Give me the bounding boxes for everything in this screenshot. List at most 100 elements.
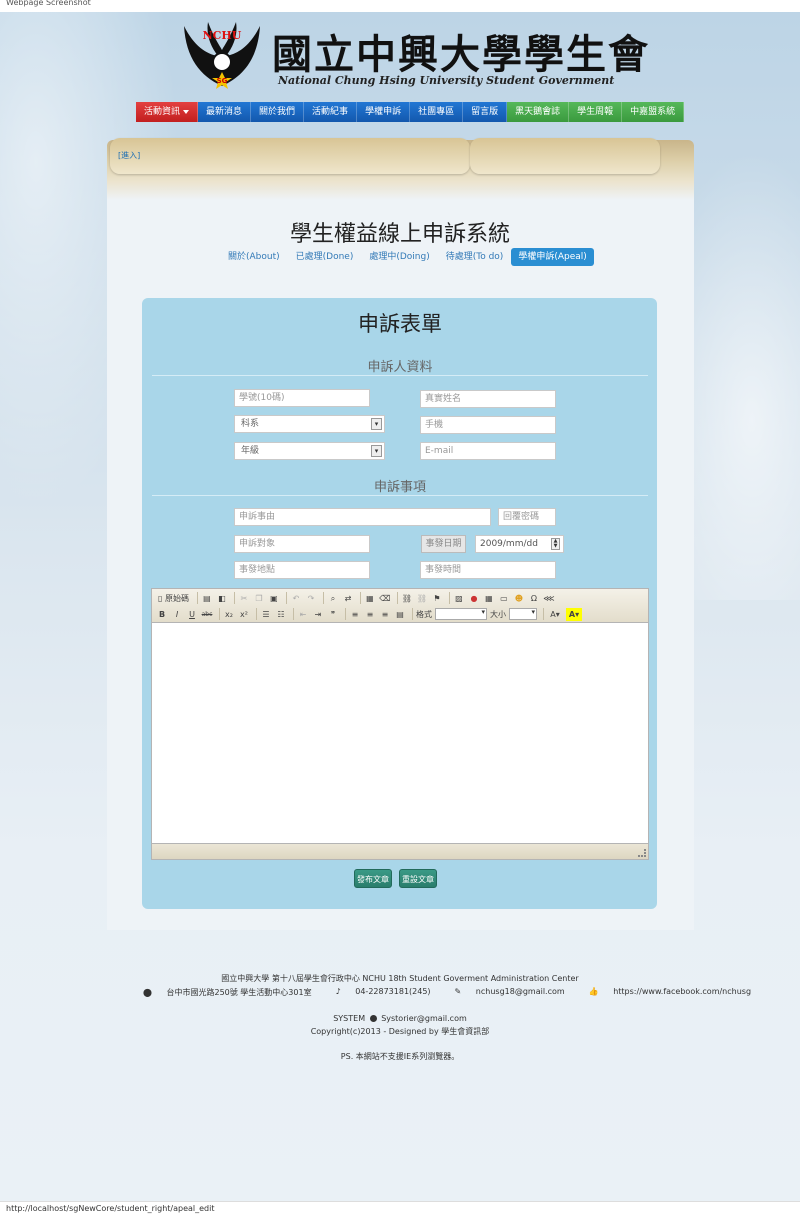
student-id-input[interactable]: 學號(10碼) — [234, 389, 370, 407]
footer-phone-text: 04-22873181(245) — [355, 987, 431, 996]
map-marker-icon: ⬤ — [143, 988, 152, 997]
nav-item-label: 社團專區 — [418, 107, 455, 117]
link-icon[interactable]: ⛓ — [401, 592, 413, 605]
phone-input[interactable]: 手機 — [420, 416, 556, 434]
target-input[interactable]: 申訴對象 — [234, 535, 370, 553]
size-select[interactable]: ▾ — [509, 608, 537, 620]
bold-icon[interactable]: B — [156, 608, 168, 621]
real-name-input[interactable]: 真實姓名 — [420, 390, 556, 408]
toolbar-separator — [219, 608, 220, 620]
copy-icon[interactable]: ❐ — [253, 592, 265, 605]
undo-icon[interactable]: ↶ — [290, 592, 302, 605]
format-label: 格式 — [416, 609, 432, 619]
toolbar-separator — [293, 608, 294, 620]
replace-icon[interactable]: ⇄ — [342, 592, 354, 605]
justify-icon[interactable]: ▤ — [394, 608, 406, 621]
page-break-icon[interactable]: ⋘ — [543, 592, 555, 605]
reason-input[interactable]: 申訴事由 — [234, 508, 491, 526]
text-color-icon[interactable]: A▾ — [547, 608, 563, 621]
nav-item-activities[interactable]: 活動資訊 — [136, 102, 199, 122]
toolbar-separator — [196, 592, 198, 604]
unlink-icon[interactable]: ⛓ — [416, 592, 428, 605]
tab-todo[interactable]: 待處理(To do) — [438, 248, 512, 266]
tab-appeal[interactable]: 學權申訴(Apeal) — [511, 248, 594, 266]
location-input[interactable]: 事發地點 — [234, 561, 370, 579]
select-all-icon[interactable]: ▦ — [364, 592, 376, 605]
footer-email[interactable]: ✎ nchusg18@gmail.com — [455, 987, 577, 998]
editor-content-area[interactable] — [152, 624, 648, 843]
toolbar-row-2: B I U abc x₂ x² ☰ ☷ ⇤ ⇥ ❞ ≡ ≡ ≡ ▤ 格式 ▾ 大… — [156, 606, 585, 622]
align-center-icon[interactable]: ≡ — [364, 608, 376, 621]
spinner-icon[interactable]: ▲ ▼ — [551, 538, 560, 550]
footer-facebook[interactable]: 👍 https://www.facebook.com/nchusg — [589, 987, 763, 998]
horizontal-rule-icon[interactable]: ▭ — [498, 592, 510, 605]
indent-icon[interactable]: ⇥ — [312, 608, 324, 621]
anchor-icon[interactable]: ⚑ — [431, 592, 443, 605]
smiley-icon[interactable]: ☻ — [513, 592, 525, 605]
nav-item-guestbook[interactable]: 留言版 — [463, 102, 508, 122]
strikethrough-icon[interactable]: abc — [201, 608, 213, 621]
subscript-icon[interactable]: x₂ — [223, 608, 235, 621]
nav-item-about[interactable]: 關於我們 — [251, 102, 305, 122]
bell-icon: ♪ — [335, 987, 341, 996]
nav-item-records[interactable]: 活動紀事 — [304, 102, 358, 122]
reply-password-input[interactable]: 回覆密碼 — [498, 508, 556, 526]
preview-icon[interactable]: ◧ — [216, 592, 228, 605]
italic-icon[interactable]: I — [171, 608, 183, 621]
nav-item-black-swan[interactable]: 黑天鵝會誌 — [507, 102, 570, 122]
format-select[interactable]: ▾ — [435, 608, 487, 620]
nav-item-weekly[interactable]: 學生周報 — [569, 102, 623, 122]
nav-item-clubs[interactable]: 社團專區 — [410, 102, 464, 122]
underline-icon[interactable]: U — [186, 608, 198, 621]
resize-handle-icon[interactable] — [638, 849, 646, 857]
chevron-down-icon: ▾ — [371, 445, 382, 457]
grade-selected-value: 年級 — [241, 446, 260, 456]
table-icon[interactable]: ▦ — [483, 592, 495, 605]
cut-icon[interactable]: ✂ — [238, 592, 250, 605]
toolbar-separator — [543, 608, 544, 620]
nav-item-alliance[interactable]: 中嘉盟系統 — [622, 102, 685, 122]
source-button[interactable]: ▯ 原始碼 — [156, 592, 191, 605]
tab-doing[interactable]: 處理中(Doing) — [361, 248, 437, 266]
blockquote-icon[interactable]: ❞ — [327, 608, 339, 621]
align-left-icon[interactable]: ≡ — [349, 608, 361, 621]
footer-copyright: Copyright(c)2013 - Designed by 學生會資訊部 — [310, 1027, 490, 1036]
toolbar-row-1: ▯ 原始碼 ▤ ◧ ✂ ❐ ▣ ↶ ↷ ⌕ ⇄ ▦ ⌫ ⛓ ⛓ ⚑ ▨ ● ▦ … — [156, 590, 558, 606]
nav-item-appeal[interactable]: 學權申訴 — [357, 102, 411, 122]
submit-button[interactable]: 發布文章 — [354, 869, 392, 888]
superscript-icon[interactable]: x² — [238, 608, 250, 621]
bulleted-list-icon[interactable]: ☷ — [275, 608, 287, 621]
email-input[interactable]: E-mail — [420, 442, 556, 460]
flash-icon[interactable]: ● — [468, 592, 480, 605]
tab-about[interactable]: 關於(About) — [220, 248, 288, 266]
time-input[interactable]: 事發時間 — [420, 561, 556, 579]
tab-done[interactable]: 已處理(Done) — [288, 248, 362, 266]
date-input[interactable]: 2009/mm/dd ▲ ▼ — [475, 535, 564, 553]
special-char-icon[interactable]: Ω — [528, 592, 540, 605]
footer-system-email[interactable]: Systorier@gmail.com — [381, 1014, 467, 1023]
department-select[interactable]: 科系 ▾ — [234, 415, 385, 433]
divider — [152, 375, 648, 376]
remove-format-icon[interactable]: ⌫ — [379, 592, 391, 605]
nav-item-news[interactable]: 最新消息 — [198, 102, 252, 122]
grade-select[interactable]: 年級 ▾ — [234, 442, 385, 460]
chevron-down-icon: ▾ — [481, 608, 485, 616]
reset-button[interactable]: 重設文章 — [399, 869, 437, 888]
site-logo[interactable]: NCHU SG 國立中興大學學生會 National Chung Hsing U… — [180, 16, 648, 94]
find-icon[interactable]: ⌕ — [327, 592, 339, 605]
numbered-list-icon[interactable]: ☰ — [260, 608, 272, 621]
outdent-icon[interactable]: ⇤ — [297, 608, 309, 621]
login-link[interactable]: [進入] — [118, 150, 140, 161]
section-title-person: 申訴人資料 — [367, 360, 433, 375]
toolbar-separator — [233, 592, 235, 604]
editor-footer — [152, 843, 648, 859]
footer-email-text: nchusg18@gmail.com — [475, 987, 565, 996]
new-page-icon[interactable]: ▤ — [201, 592, 213, 605]
paste-icon[interactable]: ▣ — [268, 592, 280, 605]
align-right-icon[interactable]: ≡ — [379, 608, 391, 621]
bg-color-icon[interactable]: A▾ — [566, 607, 582, 621]
image-icon[interactable]: ▨ — [453, 592, 465, 605]
footer-system-label: SYSTEM — [333, 1014, 366, 1023]
nav-item-label: 關於我們 — [259, 107, 296, 117]
redo-icon[interactable]: ↷ — [305, 592, 317, 605]
